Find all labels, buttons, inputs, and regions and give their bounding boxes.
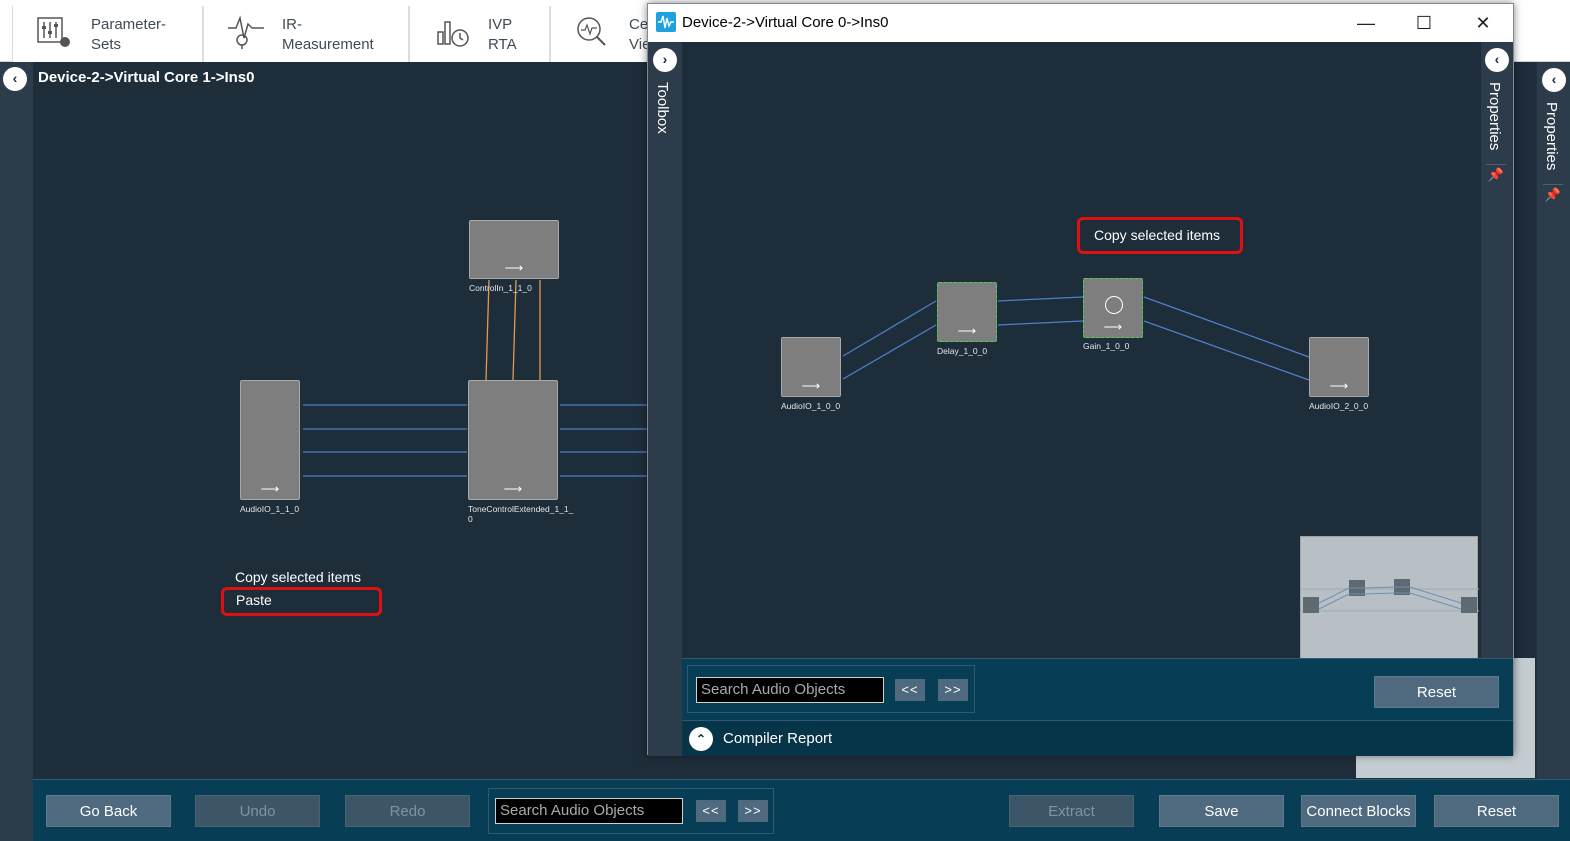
magnifier-icon bbox=[577, 17, 606, 46]
close-icon[interactable]: ✕ bbox=[1454, 4, 1512, 42]
gain-block[interactable]: ⟶ bbox=[1083, 278, 1143, 338]
controlin-block[interactable]: ⟶ bbox=[469, 220, 559, 279]
ivp-rta-icon bbox=[437, 21, 469, 47]
audio-wire bbox=[842, 300, 937, 357]
delay-block[interactable]: ⟶ bbox=[937, 282, 997, 342]
reset-button[interactable]: Reset bbox=[1374, 676, 1499, 708]
chevron-left-icon[interactable]: ‹ bbox=[3, 67, 27, 91]
chevron-left-icon[interactable]: ‹ bbox=[1542, 68, 1566, 92]
search-input[interactable]: Search Audio Objects bbox=[495, 798, 683, 824]
toolbox-collapsed-strip bbox=[0, 62, 33, 841]
pin-icon[interactable]: 📌 bbox=[1486, 164, 1506, 184]
tab-label: IR- Measurement bbox=[282, 16, 374, 53]
audioio-block[interactable]: ⟶ bbox=[240, 380, 300, 500]
block-label: Gain_1_0_0 bbox=[1083, 341, 1130, 351]
knob-icon bbox=[1105, 296, 1123, 314]
window-title: Device-2->Virtual Core 0->Ins0 bbox=[682, 14, 889, 31]
copy-selected-menu-item[interactable]: Copy selected items bbox=[1094, 227, 1220, 243]
arrow-right-icon: ⟶ bbox=[801, 378, 821, 393]
tab-ivp-rta[interactable]: IVP RTA bbox=[409, 6, 550, 62]
extract-button[interactable]: Extract bbox=[1009, 795, 1134, 827]
redo-button[interactable]: Redo bbox=[345, 795, 470, 827]
block-label: AudioIO_2_0_0 bbox=[1309, 401, 1369, 411]
block-label: Delay_1_0_0 bbox=[937, 346, 988, 356]
control-wire bbox=[512, 279, 517, 381]
tab-label: Parameter- Sets bbox=[91, 16, 167, 53]
compiler-report-panel[interactable]: ⌃ Compiler Report bbox=[682, 720, 1513, 756]
search-group: Search Audio Objects << >> bbox=[687, 665, 975, 713]
copy-selected-menu-item[interactable]: Copy selected items bbox=[235, 569, 361, 585]
chevron-right-icon[interactable]: › bbox=[653, 48, 677, 72]
search-next-button[interactable]: >> bbox=[938, 679, 968, 701]
minimap-preview bbox=[1301, 579, 1479, 613]
tab-center-view[interactable]: Ce Vie bbox=[550, 6, 650, 62]
parameter-sets-icon bbox=[37, 17, 70, 47]
toolbox-tab[interactable]: Toolbox bbox=[654, 82, 671, 134]
go-back-button[interactable]: Go Back bbox=[46, 795, 171, 827]
save-button[interactable]: Save bbox=[1159, 795, 1284, 827]
main-bottom-toolbar: Go Back Undo Redo Search Audio Objects <… bbox=[33, 779, 1570, 841]
arrow-right-icon: ⟶ bbox=[504, 260, 524, 275]
chevron-left-icon[interactable]: ‹ bbox=[1485, 48, 1509, 72]
undo-button[interactable]: Undo bbox=[195, 795, 320, 827]
audio-wire bbox=[997, 320, 1084, 326]
minimize-icon[interactable]: — bbox=[1337, 4, 1395, 42]
arrow-right-icon: ⟶ bbox=[1103, 319, 1123, 334]
search-next-button[interactable]: >> bbox=[738, 800, 768, 822]
properties-collapsed-strip: ‹ Properties 📌 bbox=[1536, 62, 1570, 779]
app-waveform-icon bbox=[656, 12, 676, 32]
properties-tab[interactable]: Properties bbox=[1543, 102, 1560, 170]
block-label: ControlIn_1_1_0 bbox=[469, 283, 532, 293]
search-prev-button[interactable]: << bbox=[696, 800, 726, 822]
arrow-right-icon: ⟶ bbox=[260, 481, 280, 496]
highlight-frame bbox=[221, 587, 382, 616]
arrow-right-icon: ⟶ bbox=[1329, 378, 1349, 393]
block-label: AudioIO_1_0_0 bbox=[781, 401, 841, 411]
search-group: Search Audio Objects << >> bbox=[488, 788, 774, 834]
properties-tab[interactable]: Properties bbox=[1486, 82, 1503, 150]
compiler-report-label: Compiler Report bbox=[723, 730, 833, 747]
search-prev-button[interactable]: << bbox=[895, 679, 925, 701]
tab-parameter-sets[interactable]: Parameter- Sets bbox=[12, 6, 203, 62]
ir-measurement-icon bbox=[228, 15, 264, 49]
audio-wire bbox=[842, 324, 937, 380]
toolbox-collapsed-strip: › Toolbox bbox=[648, 42, 682, 756]
audioio-out-block[interactable]: ⟶ bbox=[1309, 337, 1369, 397]
reset-button[interactable]: Reset bbox=[1434, 795, 1559, 827]
audio-wire bbox=[1143, 320, 1310, 381]
chevron-up-icon[interactable]: ⌃ bbox=[689, 727, 713, 751]
search-input[interactable]: Search Audio Objects bbox=[696, 677, 884, 703]
arrow-right-icon: ⟶ bbox=[957, 323, 977, 338]
block-label: AudioIO_1_1_0 bbox=[240, 504, 300, 514]
window-titlebar[interactable]: Device-2->Virtual Core 0->Ins0 — ☐ ✕ bbox=[648, 4, 1513, 42]
audio-wire bbox=[1143, 296, 1310, 358]
connect-blocks-button[interactable]: Connect Blocks bbox=[1301, 795, 1416, 827]
properties-collapsed-strip: ‹ Properties 📌 bbox=[1481, 42, 1513, 660]
block-label: ToneControlExtended_1_1_ 0 bbox=[468, 504, 574, 524]
control-wire bbox=[485, 279, 490, 381]
child-bottom-toolbar: Search Audio Objects << >> Reset bbox=[682, 658, 1513, 720]
tonecontrol-block[interactable]: ⟶ bbox=[468, 380, 558, 500]
arrow-right-icon: ⟶ bbox=[503, 481, 523, 496]
tab-ir-measurement[interactable]: IR- Measurement bbox=[203, 6, 409, 62]
audio-wire bbox=[997, 296, 1084, 302]
audioio-in-block[interactable]: ⟶ bbox=[781, 337, 841, 397]
tab-label: IVP RTA bbox=[488, 16, 517, 53]
minimap-navigator[interactable] bbox=[1300, 536, 1479, 660]
pin-icon[interactable]: 📌 bbox=[1543, 184, 1563, 204]
child-editor-window: Device-2->Virtual Core 0->Ins0 — ☐ ✕ › T… bbox=[647, 3, 1514, 756]
maximize-icon[interactable]: ☐ bbox=[1395, 4, 1453, 42]
